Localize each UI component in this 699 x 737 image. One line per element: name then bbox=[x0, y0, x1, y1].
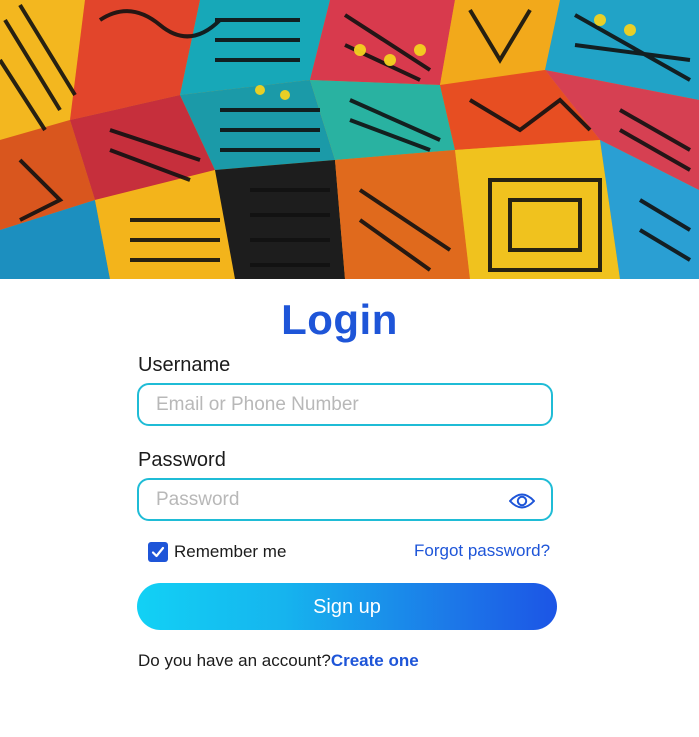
remember-label: Remember me bbox=[174, 542, 287, 561]
password-input[interactable] bbox=[156, 480, 496, 519]
forgot-password-link[interactable]: Forgot password? bbox=[414, 541, 550, 561]
banner-pattern-image bbox=[0, 0, 699, 279]
remember-me-row[interactable]: Remember me bbox=[148, 541, 286, 563]
username-label: Username bbox=[138, 354, 231, 376]
remember-checkbox[interactable] bbox=[148, 542, 168, 562]
password-field-wrapper[interactable] bbox=[137, 478, 553, 521]
sign-up-button[interactable]: Sign up bbox=[137, 583, 557, 630]
checkmark-icon bbox=[151, 546, 165, 558]
create-account-link[interactable]: Create one bbox=[331, 651, 419, 670]
username-input[interactable] bbox=[156, 385, 496, 424]
eye-icon[interactable] bbox=[508, 491, 536, 511]
account-prompt-text: Do you have an account? bbox=[138, 651, 331, 670]
password-label: Password bbox=[138, 449, 226, 471]
page-title: Login bbox=[281, 296, 398, 343]
account-prompt: Do you have an account?Create one bbox=[138, 651, 419, 671]
username-field-wrapper[interactable] bbox=[137, 383, 553, 426]
